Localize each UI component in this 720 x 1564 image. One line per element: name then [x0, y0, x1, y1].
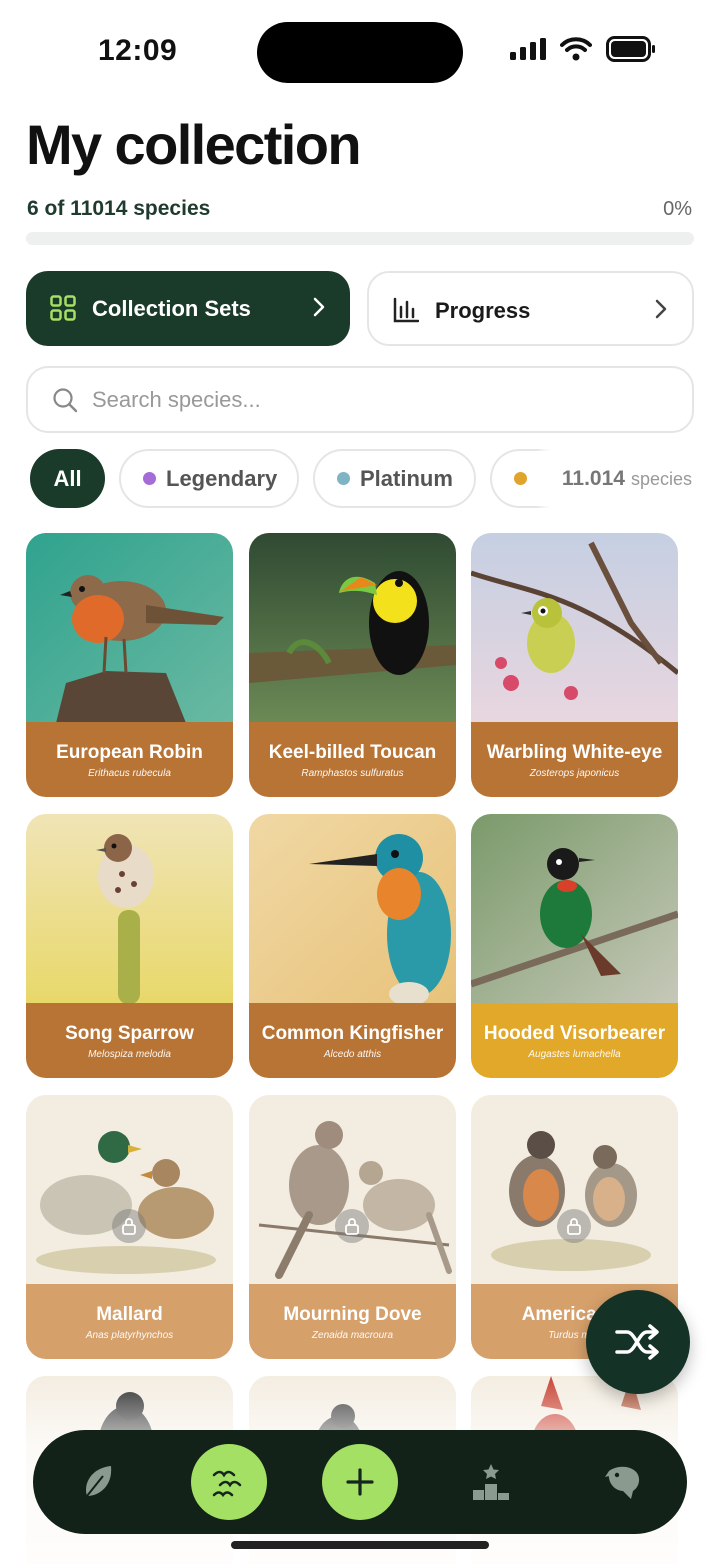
filter-chip-label: Legendary: [166, 465, 278, 491]
species-total: 11.014 species: [562, 467, 692, 491]
card-plate: Keel-billed Toucan Ramphastos sulfuratus: [249, 722, 456, 797]
robin-illustration: [26, 533, 233, 723]
status-time: 12:09: [98, 34, 178, 67]
species-card[interactable]: Mallard Anas platyrhynchos: [26, 1095, 233, 1359]
tab-feather[interactable]: [61, 1444, 137, 1520]
search-input[interactable]: [92, 380, 652, 420]
card-name: Hooded Visorbearer: [483, 1022, 666, 1044]
species-count: 6 of 11014 species: [27, 197, 211, 220]
card-scientific-name: Zosterops japonicus: [529, 767, 620, 779]
species-card[interactable]: Common Kingfisher Alcedo atthis: [249, 814, 456, 1078]
dove-illustration: [249, 1095, 456, 1285]
card-name: Common Kingfisher: [261, 1022, 444, 1044]
card-plate: Hooded Visorbearer Augastes lumachella: [471, 1003, 678, 1078]
mallard-illustration: [26, 1095, 233, 1285]
species-card[interactable]: Warbling White-eye Zosterops japonicus: [471, 533, 678, 797]
platinum-dot: [337, 472, 350, 485]
tab-leaderboard[interactable]: [453, 1444, 529, 1520]
collection-sets-button[interactable]: Collection Sets: [26, 271, 350, 346]
lock-icon: [557, 1209, 591, 1243]
card-scientific-name: Melospiza melodia: [88, 1048, 171, 1060]
card-scientific-name: Augastes lumachella: [528, 1048, 621, 1060]
status-icons: [510, 36, 656, 62]
tab-bar: [33, 1430, 687, 1534]
robin-american-illustration: [471, 1095, 678, 1285]
card-name: Mallard: [96, 1303, 163, 1325]
species-card[interactable]: Hooded Visorbearer Augastes lumachella: [471, 814, 678, 1078]
card-scientific-name: Alcedo atthis: [323, 1048, 382, 1060]
toucan-illustration: [249, 533, 456, 723]
card-plate: Common Kingfisher Alcedo atthis: [249, 1003, 456, 1078]
progress-percent: 0%: [663, 198, 692, 220]
card-scientific-name: Anas platyrhynchos: [85, 1329, 174, 1341]
bar-chart-icon: [393, 297, 419, 323]
flock-icon: [212, 1470, 242, 1498]
wifi-icon: [560, 37, 592, 61]
species-total-number: 11.014: [561, 467, 625, 490]
visorbearer-illustration: [471, 814, 678, 1004]
card-name: European Robin: [56, 741, 203, 763]
card-plate: Mallard Anas platyrhynchos: [26, 1284, 233, 1359]
filter-chip-platinum[interactable]: Platinum: [313, 449, 476, 508]
progress-bar: [26, 232, 694, 245]
species-card[interactable]: European Robin Erithacus rubecula: [26, 533, 233, 797]
chevron-right-icon: [655, 299, 667, 319]
search-icon: [53, 388, 78, 413]
card-name: Keel-billed Toucan: [268, 741, 437, 763]
species-card[interactable]: Keel-billed Toucan Ramphastos sulfuratus: [249, 533, 456, 797]
sparrow-illustration: [26, 814, 233, 1004]
progress-label: Progress: [435, 298, 531, 323]
card-name: Mourning Dove: [283, 1303, 422, 1325]
leaderboard-icon: [473, 1464, 509, 1500]
chip-row-fade: [536, 449, 550, 508]
legendary-dot: [143, 472, 156, 485]
gold-dot: [514, 472, 527, 485]
shuffle-button[interactable]: [586, 1290, 690, 1394]
filter-chip-legendary[interactable]: Legendary: [119, 449, 299, 508]
collection-sets-label: Collection Sets: [92, 296, 251, 321]
card-name: Warbling White-eye: [486, 741, 663, 763]
dynamic-island: [257, 22, 463, 83]
plus-icon: [346, 1468, 374, 1496]
tab-profile[interactable]: [585, 1444, 661, 1520]
home-indicator: [231, 1541, 489, 1549]
card-scientific-name: Ramphastos sulfuratus: [301, 767, 404, 779]
white-eye-illustration: [471, 533, 678, 723]
kingfisher-illustration: [249, 814, 456, 1004]
filter-chip-label: Platinum: [360, 465, 453, 491]
lock-icon: [112, 1209, 146, 1243]
page-title: My collection: [26, 113, 362, 176]
progress-button[interactable]: Progress: [367, 271, 694, 346]
tab-add[interactable]: [322, 1444, 398, 1520]
lock-icon: [335, 1209, 369, 1243]
card-scientific-name: Zenaida macroura: [311, 1329, 394, 1341]
battery-icon: [606, 36, 655, 62]
chevron-right-icon: [313, 297, 325, 317]
filter-chip-label: All: [53, 465, 82, 491]
card-name: Song Sparrow: [65, 1022, 194, 1044]
card-plate: Mourning Dove Zenaida macroura: [249, 1284, 456, 1359]
species-card[interactable]: Song Sparrow Melospiza melodia: [26, 814, 233, 1078]
tab-collection[interactable]: [191, 1444, 267, 1520]
card-plate: Warbling White-eye Zosterops japonicus: [471, 722, 678, 797]
species-card[interactable]: Mourning Dove Zenaida macroura: [249, 1095, 456, 1359]
signal-icon: [510, 38, 546, 60]
species-total-unit: species: [630, 469, 692, 489]
card-scientific-name: Erithacus rubecula: [88, 767, 171, 779]
grid-icon: [50, 295, 76, 321]
eagle-icon: [605, 1466, 640, 1499]
filter-chip-all[interactable]: All: [30, 449, 105, 508]
shuffle-icon: [615, 1324, 659, 1360]
search-bar[interactable]: [26, 366, 694, 433]
feather-icon: [86, 1466, 112, 1497]
card-plate: European Robin Erithacus rubecula: [26, 722, 233, 797]
card-plate: Song Sparrow Melospiza melodia: [26, 1003, 233, 1078]
